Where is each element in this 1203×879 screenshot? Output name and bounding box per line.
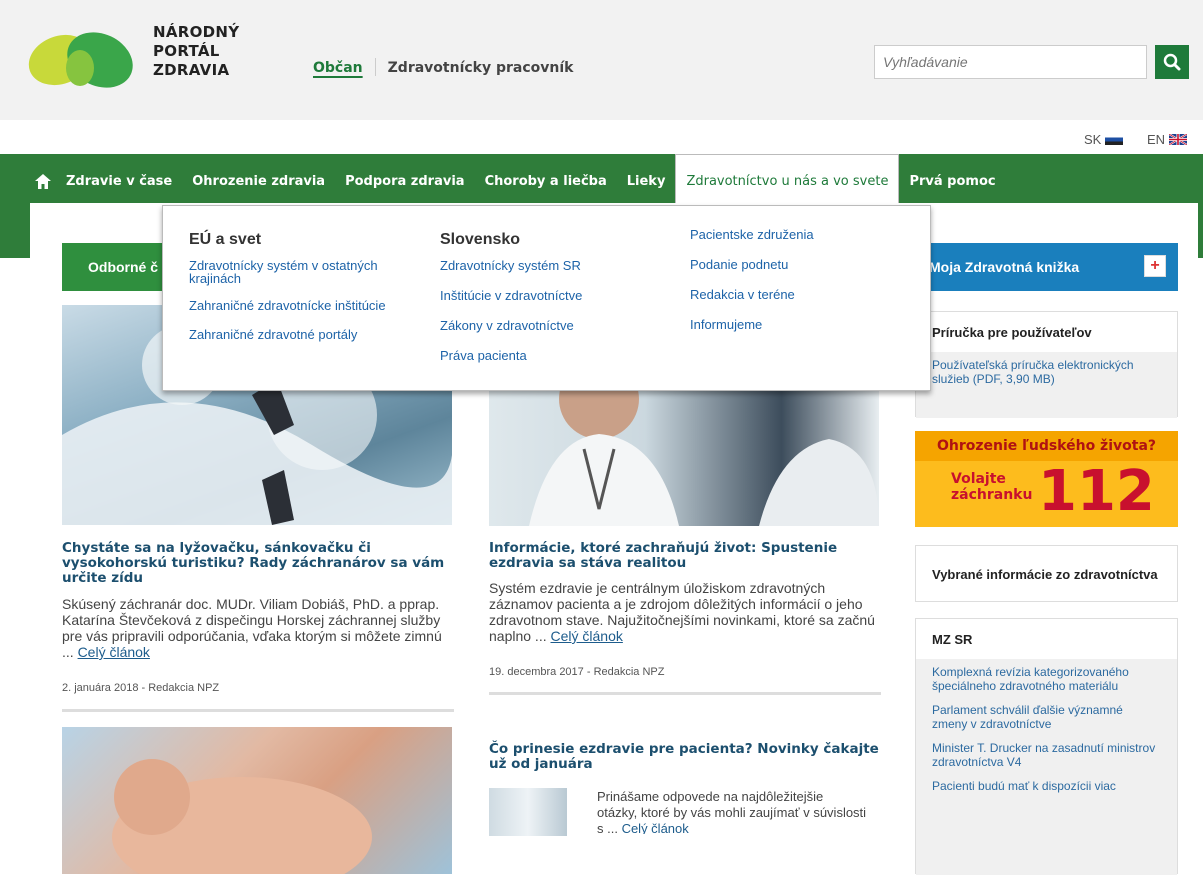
article-image-doctor[interactable] (489, 389, 879, 526)
dropdown-heading-eu: EÚ a svet (189, 231, 262, 248)
dropdown-link[interactable]: Pacientske združenia (690, 228, 910, 241)
dropdown-link[interactable]: Práva pacienta (440, 349, 670, 362)
ministry-news-item[interactable]: Parlament schválil ďalšie významné zmeny… (932, 703, 1161, 731)
language-sk-label: SK (1084, 132, 1102, 147)
article-2-more-link[interactable]: Celý článok (551, 628, 623, 644)
dropdown-link[interactable]: Redakcia v teréne (690, 288, 910, 301)
article-3-more-link[interactable]: Celý článok (622, 821, 689, 834)
slovak-flag-icon (1105, 134, 1124, 145)
selected-info-title: Vybrané informácie zo zdravotníctva (932, 567, 1158, 582)
section-tab[interactable]: Odborné č (62, 243, 162, 291)
emergency-call-line1: Volajte (951, 471, 1006, 487)
user-guide-pdf-link[interactable]: Používateľská príručka elektronických sl… (932, 358, 1161, 386)
portal-name-line1: NÁRODNÝ (153, 23, 240, 41)
dropdown-column-eu: EÚ a svet Zdravotnícky systém v ostatnýc… (189, 206, 399, 341)
audience-citizen-link[interactable]: Občan (313, 60, 363, 76)
article-3-excerpt: Prinášame odpovede na najdôležitejšie ot… (597, 789, 867, 834)
ministry-title: MZ SR (932, 631, 973, 647)
search-input[interactable] (874, 45, 1147, 79)
mega-menu-dropdown: EÚ a svet Zdravotnícky systém v ostatnýc… (162, 205, 931, 391)
portal-name-line2: PORTÁL (153, 42, 220, 60)
language-sk[interactable]: SK (1084, 132, 1124, 147)
plus-icon[interactable]: + (1144, 255, 1166, 277)
audience-health-worker-link[interactable]: Zdravotnícky pracovník (388, 60, 574, 76)
uk-flag-icon (1169, 134, 1188, 145)
emergency-question: Ohrozenie ľudského života? (915, 431, 1178, 461)
article-1-title[interactable]: Chystáte sa na lyžovačku, sánkovačku či … (62, 541, 452, 586)
article-2-excerpt: Systém ezdravie je centrálnym úložiskom … (489, 580, 881, 644)
doctor-illustration (529, 389, 879, 526)
emergency-call-text: Volajte záchranku (951, 471, 1032, 503)
dropdown-link[interactable]: Zákony v zdravotníctve (440, 319, 670, 332)
baby-illustration (112, 759, 372, 879)
home-icon (35, 173, 51, 189)
article-1-more-link[interactable]: Celý článok (78, 644, 150, 660)
ministry-news-item[interactable]: Pacienti budú mať k dispozícii viac (932, 779, 1161, 793)
nav-podpora-zdravia[interactable]: Podpora zdravia (335, 174, 474, 189)
ministry-news-list: Komplexná revízia kategorizovaného špeci… (916, 659, 1177, 875)
ministry-news-item[interactable]: Minister T. Drucker na zasadnutí ministr… (932, 741, 1161, 769)
article-divider (489, 692, 881, 695)
nav-zdravie-v-case[interactable]: Zdravie v čase (56, 174, 182, 189)
dropdown-link[interactable]: Zdravotnícky systém SR (440, 259, 670, 272)
home-link[interactable] (30, 173, 56, 189)
article-1-excerpt: Skúsený záchranár doc. MUDr. Viliam Dobi… (62, 596, 454, 660)
dropdown-column-other: Pacientske združenia Podanie podnetu Red… (690, 228, 910, 331)
emergency-banner[interactable]: Ohrozenie ľudského života? Volajte záchr… (915, 431, 1178, 527)
search-button[interactable] (1155, 45, 1189, 79)
user-guide-title: Príručka pre používateľov (932, 324, 1092, 340)
language-en-label: EN (1147, 132, 1166, 147)
portal-name-line3: ZDRAVIA (153, 61, 230, 79)
article-2-body: Systém ezdravie je centrálnym úložiskom … (489, 580, 875, 644)
emergency-number: 112 (1038, 459, 1155, 524)
dropdown-link[interactable]: Informujeme (690, 318, 910, 331)
audience-switch: Občan Zdravotnícky pracovník (313, 58, 573, 76)
dropdown-column-slovakia: Slovensko Zdravotnícky systém SR Inštitú… (440, 206, 670, 362)
article-3-title[interactable]: Čo prinesie ezdravie pre pacienta? Novin… (489, 742, 879, 772)
nav-ohrozenie-zdravia[interactable]: Ohrozenie zdravia (182, 174, 335, 189)
user-guide-box: Príručka pre používateľov Používateľská … (915, 311, 1178, 418)
ministry-news-item[interactable]: Komplexná revízia kategorizovaného špeci… (932, 665, 1161, 693)
dropdown-link[interactable]: Zahraničné zdravotnícke inštitúcie (189, 299, 399, 312)
nav-choroby-a-liecba[interactable]: Choroby a liečba (475, 174, 617, 189)
health-book-button[interactable]: Moja Zdravotná knižka + (915, 243, 1178, 291)
audience-divider (374, 58, 376, 76)
emergency-call-line2: záchranku (951, 487, 1033, 503)
dropdown-link[interactable]: Inštitúcie v zdravotníctve (440, 289, 670, 302)
nav-lieky[interactable]: Lieky (617, 174, 676, 189)
article-1-meta: 2. januára 2018 - Redakcia NPZ (62, 682, 220, 694)
language-en[interactable]: EN (1147, 132, 1188, 147)
search-icon (1163, 53, 1181, 71)
dropdown-heading-slovakia: Slovensko (440, 231, 521, 248)
dropdown-link[interactable]: Zahraničné zdravotné portály (189, 328, 399, 341)
heart-logo-icon (28, 32, 133, 88)
dropdown-link[interactable]: Zdravotnícky systém v ostatných krajinác… (189, 259, 399, 285)
portal-logo[interactable] (28, 22, 138, 102)
article-image-baby[interactable] (62, 727, 452, 879)
article-3-thumbnail[interactable] (489, 788, 567, 836)
article-2-title[interactable]: Informácie, ktoré zachraňujú život: Spus… (489, 541, 879, 571)
portal-name[interactable]: NÁRODNÝ PORTÁL ZDRAVIA (153, 23, 239, 80)
main-navigation: Zdravie v čase Ohrozenie zdravia Podpora… (30, 154, 1006, 208)
nav-prva-pomoc[interactable]: Prvá pomoc (899, 174, 1005, 189)
nav-zdravotnictvo-active[interactable]: Zdravotníctvo u nás a vo svete (675, 154, 900, 208)
article-2-meta: 19. decembra 2017 - Redakcia NPZ (489, 666, 665, 678)
user-guide-list: Používateľská príručka elektronických sl… (916, 352, 1177, 418)
ministry-box: MZ SR Komplexná revízia kategorizovaného… (915, 618, 1178, 875)
dropdown-link[interactable]: Podanie podnetu (690, 258, 910, 271)
health-book-label: Moja Zdravotná knižka (929, 259, 1080, 275)
article-divider (62, 709, 454, 712)
selected-info-box[interactable]: Vybrané informácie zo zdravotníctva (915, 545, 1178, 602)
